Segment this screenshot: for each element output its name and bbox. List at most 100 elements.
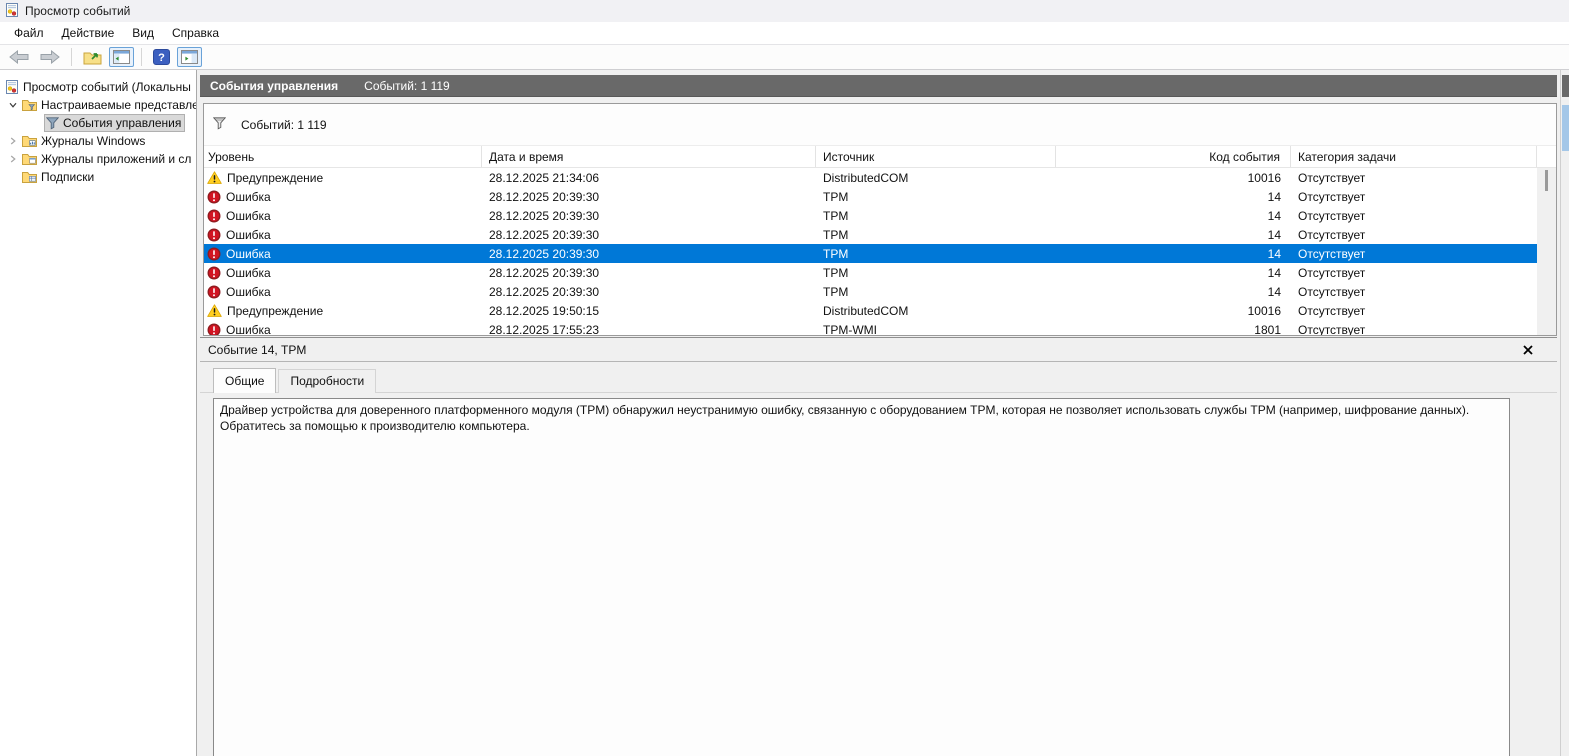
error-icon	[207, 285, 221, 299]
event-description-line: Драйвер устройства для доверенного платф…	[220, 403, 1470, 417]
content-area: Просмотр событий (Локальны Настраиваемые …	[0, 70, 1569, 756]
tree-item-1[interactable]: Настраиваемые представле	[0, 96, 196, 114]
error-icon	[207, 209, 221, 223]
event-viewer-window: Просмотр событий Файл Действие Вид Справка …	[0, 0, 1569, 756]
event-task-category: Отсутствует	[1298, 208, 1366, 223]
tree-item-label: Настраиваемые представле	[41, 98, 197, 112]
menu-item-1[interactable]: Действие	[53, 23, 124, 43]
detail-title: Событие 14, TPM	[208, 342, 307, 357]
tree-item-2[interactable]: События управления	[0, 114, 196, 132]
event-level: Предупреждение	[227, 303, 324, 318]
event-datetime: 28.12.2025 17:55:23	[489, 322, 600, 336]
chevron-right-icon[interactable]	[6, 136, 20, 146]
help-icon[interactable]: ?	[149, 46, 174, 68]
folder-log-icon	[22, 135, 37, 148]
event-level: Ошибка	[226, 227, 271, 242]
column-header-4[interactable]: Категория задачи	[1291, 146, 1537, 167]
event-datetime: 28.12.2025 20:39:30	[489, 265, 600, 280]
tree-item-label: Журналы приложений и сл	[41, 152, 192, 166]
tree-item-label: Журналы Windows	[41, 134, 146, 148]
menu-item-0[interactable]: Файл	[5, 23, 53, 43]
error-icon	[207, 228, 221, 242]
column-header-0[interactable]: Уровень	[204, 146, 482, 167]
warning-icon	[207, 304, 222, 317]
event-task-category: Отсутствует	[1298, 189, 1366, 204]
table-row[interactable]: Предупреждение 28.12.2025 19:50:15 Distrib…	[204, 301, 1537, 320]
error-icon	[207, 247, 221, 261]
events-table-body: Предупреждение 28.12.2025 21:34:06 Distrib…	[204, 168, 1537, 335]
event-datetime: 28.12.2025 21:34:06	[489, 170, 600, 185]
event-id: 14	[1267, 208, 1281, 223]
table-row[interactable]: Предупреждение 28.12.2025 21:34:06 Distrib…	[204, 168, 1537, 187]
table-row[interactable]: Ошибка 28.12.2025 20:39:30 TPM 14 Отсутствуе…	[204, 206, 1537, 225]
event-level: Ошибка	[226, 265, 271, 280]
event-source: TPM	[823, 246, 849, 261]
close-icon[interactable]	[1519, 341, 1537, 359]
table-row[interactable]: Ошибка 28.12.2025 20:39:30 TPM 14 Отсутствуе…	[204, 244, 1537, 263]
event-datetime: 28.12.2025 20:39:30	[489, 227, 600, 242]
menu-item-2[interactable]: Вид	[123, 23, 163, 43]
events-scrollbar-thumb[interactable]	[1545, 170, 1548, 191]
column-header-3[interactable]: Код события	[1056, 146, 1291, 167]
event-source: TPM	[823, 189, 849, 204]
back-arrow-icon[interactable]	[5, 47, 33, 67]
error-icon	[207, 266, 221, 280]
event-id: 14	[1267, 246, 1281, 261]
event-task-category: Отсутствует	[1298, 265, 1366, 280]
event-level: Ошибка	[226, 246, 271, 261]
actions-pane-selection-edge	[1562, 105, 1569, 151]
event-id: 1801	[1254, 322, 1281, 336]
column-header-2[interactable]: Источник	[816, 146, 1056, 167]
table-header: Уровень Дата и время Источник Код события Ка…	[204, 146, 1556, 168]
events-scrollbar[interactable]	[1537, 168, 1556, 335]
table-row[interactable]: Ошибка 28.12.2025 20:39:30 TPM 14 Отсутствуе…	[204, 263, 1537, 282]
detail-tabs: Общие Подробности	[200, 368, 1557, 393]
actions-pane-header-edge	[1562, 75, 1569, 97]
toolbar-separator	[141, 48, 142, 66]
title-bar: Просмотр событий	[0, 0, 1569, 22]
events-list-panel: Событий: 1 119 Уровень Дата и время Источн…	[203, 103, 1557, 336]
table-row[interactable]: Ошибка 28.12.2025 20:39:30 TPM 14 Отсутствуе…	[204, 187, 1537, 206]
tree-item-5[interactable]: Подписки	[0, 168, 196, 186]
tab-0[interactable]: Общие	[213, 368, 277, 393]
error-icon	[207, 190, 221, 204]
menu-item-3[interactable]: Справка	[163, 23, 228, 43]
toggle-console-tree-icon[interactable]	[109, 47, 134, 67]
event-description-box: Драйвер устройства для доверенного платф…	[213, 398, 1510, 756]
tree-item-4[interactable]: Журналы приложений и сл	[0, 150, 196, 168]
event-source: TPM-WMI	[823, 322, 877, 336]
tree-item-label: Просмотр событий (Локальны	[23, 80, 191, 94]
app-icon	[5, 2, 19, 20]
event-id: 14	[1267, 265, 1281, 280]
toolbar-separator	[71, 48, 72, 66]
table-row[interactable]: Ошибка 28.12.2025 20:39:30 TPM 14 Отсутствуе…	[204, 282, 1537, 301]
tree-item-label: Подписки	[41, 170, 95, 184]
folder-subscriptions-icon	[22, 171, 37, 184]
toolbar: ?	[0, 44, 1569, 70]
error-icon	[207, 323, 221, 335]
column-header-1[interactable]: Дата и время	[482, 146, 816, 167]
event-id: 14	[1267, 284, 1281, 299]
chevron-right-icon[interactable]	[6, 154, 20, 164]
event-id: 10016	[1247, 303, 1281, 318]
table-row[interactable]: Ошибка 28.12.2025 20:39:30 TPM 14 Отсутствуе…	[204, 225, 1537, 244]
table-row[interactable]: Ошибка 28.12.2025 17:55:23 TPM-WMI 1801 Отсу…	[204, 320, 1537, 335]
forward-arrow-icon[interactable]	[36, 47, 64, 67]
tree-item-label: События управления	[63, 116, 182, 130]
tab-1[interactable]: Подробности	[278, 369, 377, 393]
detail-body: Драйвер устройства для доверенного платф…	[200, 394, 1557, 756]
svg-text:?: ?	[158, 52, 165, 64]
event-task-category: Отсутствует	[1298, 227, 1366, 242]
event-task-category: Отсутствует	[1298, 303, 1366, 318]
event-source: DistributedCOM	[823, 170, 909, 185]
chevron-down-icon[interactable]	[6, 100, 20, 110]
tree-item-3[interactable]: Журналы Windows	[0, 132, 196, 150]
event-source: TPM	[823, 227, 849, 242]
menu-bar: Файл Действие Вид Справка	[0, 22, 1569, 44]
tree-item-0[interactable]: Просмотр событий (Локальны	[0, 78, 196, 96]
toggle-action-pane-icon[interactable]	[177, 47, 202, 67]
export-log-icon[interactable]	[79, 46, 106, 68]
event-id: 14	[1267, 227, 1281, 242]
folder-filter-icon	[22, 99, 37, 112]
event-source: TPM	[823, 284, 849, 299]
